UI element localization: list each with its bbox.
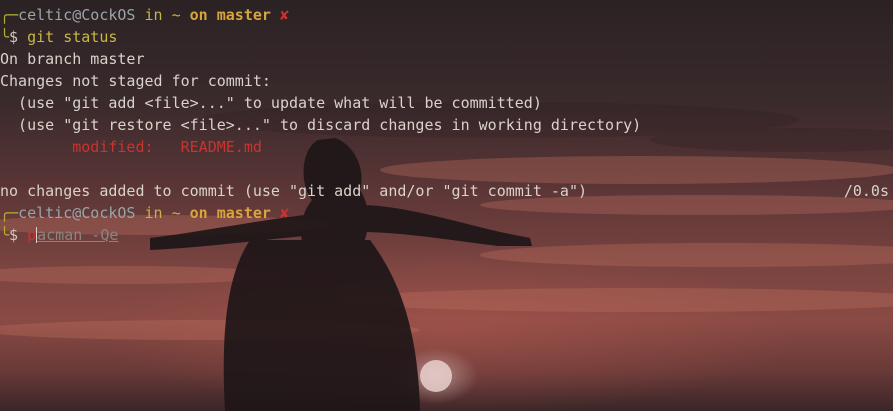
prompt-dollar: $ [9,226,28,244]
autosuggestion[interactable]: acman -Qe [37,226,118,244]
command-duration: /0.0s [843,182,889,200]
prompt-user-host: celtic@CockOS [18,6,136,24]
prompt-line-1: ╭─celtic@CockOS in ~ on master ✘ [0,4,893,26]
prompt-git-branch: master [216,204,271,222]
modified-label: modified: [0,138,181,156]
output-line: (use "git add <file>..." to update what … [0,94,542,112]
executed-command: git status [27,28,118,46]
prompt-directory: ~ [171,204,181,222]
prompt-line-2: ╭─celtic@CockOS in ~ on master ✘ [0,202,893,224]
command-input-line[interactable]: ╰$ pacman -Qe [0,224,893,246]
prompt-dollar: $ [9,28,28,46]
prompt-in-keyword: in [135,204,172,222]
output-summary-line: no changes added to commit (use "git add… [0,180,893,202]
typed-input[interactable]: p [27,226,36,244]
prompt-corner-top: ╭─ [0,6,19,24]
prompt-in-keyword: in [135,6,172,24]
command-line-1: ╰$ git status [0,26,893,48]
prompt-user-host: celtic@CockOS [18,204,136,222]
git-dirty-icon: ✘ [270,6,289,24]
output-line: On branch master [0,50,145,68]
modified-file: README.md [180,138,262,156]
prompt-corner-bottom: ╰ [0,28,10,46]
output-summary-text: no changes added to commit (use "git add… [0,182,587,200]
prompt-on-keyword: on [180,6,217,24]
terminal-window[interactable]: ╭─celtic@CockOS in ~ on master ✘ ╰$ git … [0,0,893,411]
prompt-on-keyword: on [180,204,217,222]
output-modified-line: modified: README.md [0,136,893,158]
prompt-directory: ~ [171,6,181,24]
git-dirty-icon: ✘ [270,204,289,222]
prompt-git-branch: master [216,6,271,24]
output-line: (use "git restore <file>..." to discard … [0,116,642,134]
output-blank-line [0,158,893,180]
prompt-corner-bottom: ╰ [0,226,10,244]
prompt-corner-top: ╭─ [0,204,19,222]
output-line: Changes not staged for commit: [0,72,271,90]
